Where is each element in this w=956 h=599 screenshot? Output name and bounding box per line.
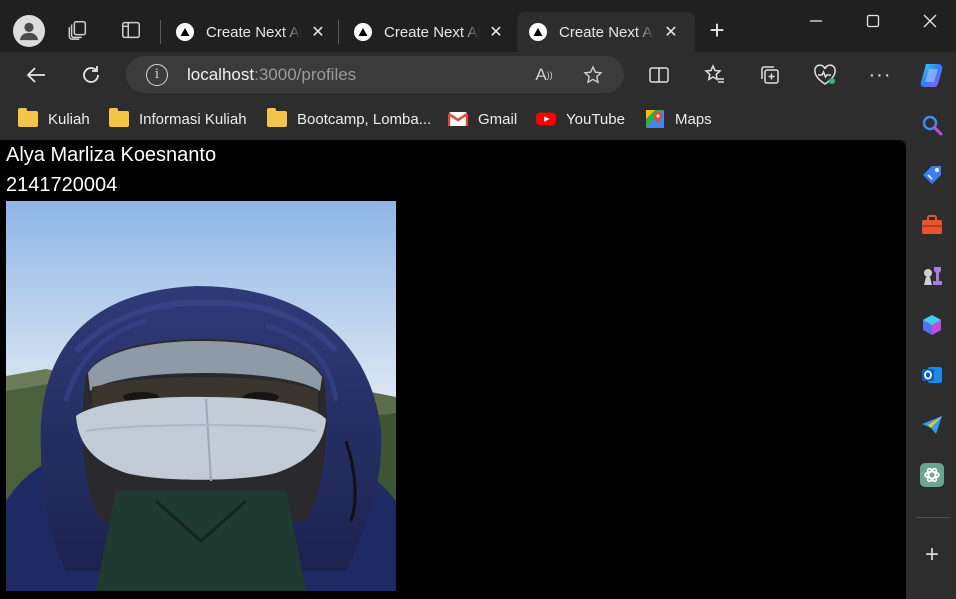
page-content: Alya Marliza Koesnanto 2141720004 [0, 140, 906, 599]
minimize-button[interactable] [803, 8, 829, 34]
nextjs-favicon-icon [176, 23, 194, 41]
edge-sidebar: + [906, 98, 956, 599]
split-screen-icon[interactable] [647, 63, 671, 87]
profile-name: Alya Marliza Koesnanto [6, 144, 217, 166]
collections-icon[interactable] [758, 63, 782, 87]
tab-2[interactable]: Create Next App ✕ [342, 12, 514, 52]
search-icon[interactable] [920, 113, 944, 137]
tab-title: Create Next App [559, 23, 655, 41]
bookmark-bootcamp[interactable]: Bootcamp, Lomba... [267, 108, 431, 130]
add-sidebar-app-button[interactable]: + [920, 543, 944, 568]
tab-1[interactable]: Create Next App ✕ [164, 12, 336, 52]
close-tab-icon[interactable]: ✕ [661, 22, 681, 42]
folder-icon [267, 108, 287, 128]
close-tab-icon[interactable]: ✕ [308, 22, 328, 42]
new-tab-button[interactable]: + [704, 17, 730, 44]
refresh-button[interactable] [77, 61, 105, 89]
refresh-icon [83, 66, 99, 83]
profile-avatar[interactable] [13, 15, 45, 47]
maps-icon [645, 110, 665, 128]
site-info-icon[interactable]: i [146, 63, 168, 86]
shopping-tag-icon[interactable] [920, 163, 944, 187]
arrow-left-icon [26, 67, 45, 83]
profile-nim: 2141720004 [6, 174, 118, 196]
profile-photo [6, 201, 396, 591]
tools-briefcase-icon[interactable] [920, 213, 944, 237]
tab-title: Create Next App [384, 23, 480, 41]
bookmarks-bar: Kuliah Informasi Kuliah Bootcamp, Lomba.… [0, 98, 956, 140]
nextjs-favicon-icon [529, 23, 547, 41]
bookmark-kuliah[interactable]: Kuliah [18, 108, 90, 130]
close-window-button[interactable] [917, 8, 943, 34]
tab-separator [160, 20, 161, 44]
folder-icon [18, 108, 38, 128]
outlook-icon[interactable] [920, 363, 944, 387]
tab-title: Create Next App [206, 23, 302, 41]
favorites-icon[interactable] [703, 63, 727, 87]
read-aloud-icon[interactable]: A)) [533, 64, 555, 86]
maximize-button[interactable] [860, 8, 886, 34]
games-chess-icon[interactable] [920, 263, 944, 287]
workspaces-icon[interactable] [66, 18, 90, 42]
send-drop-icon[interactable] [920, 413, 944, 437]
folder-icon [109, 108, 129, 128]
tab-separator [338, 20, 339, 44]
close-tab-icon[interactable]: ✕ [486, 22, 506, 42]
vertical-tabs-icon[interactable] [119, 18, 143, 42]
chatgpt-icon[interactable] [920, 463, 944, 487]
sidebar-divider [916, 517, 950, 518]
browser-essentials-icon[interactable] [813, 63, 837, 87]
bookmark-informasi-kuliah[interactable]: Informasi Kuliah [109, 108, 247, 130]
star-favorite-icon[interactable] [582, 64, 604, 86]
url-text[interactable]: localhost:3000/profiles [187, 65, 356, 85]
title-bar: Create Next App ✕ Create Next App ✕ Crea… [0, 0, 956, 52]
gmail-icon [448, 110, 468, 128]
nextjs-favicon-icon [354, 23, 372, 41]
more-options-icon[interactable]: ··· [868, 63, 892, 87]
bookmark-gmail[interactable]: Gmail [448, 108, 517, 130]
youtube-icon [536, 110, 556, 128]
copilot-icon[interactable] [918, 60, 948, 90]
navigation-toolbar: i localhost:3000/profiles A)) ··· [0, 52, 956, 98]
copilot-sidebar-icon[interactable] [920, 313, 944, 337]
back-button[interactable] [22, 61, 50, 89]
tab-3-active[interactable]: Create Next App ✕ [517, 12, 695, 52]
bookmark-maps[interactable]: Maps [645, 108, 712, 130]
bookmark-youtube[interactable]: YouTube [536, 108, 625, 130]
address-bar[interactable]: i localhost:3000/profiles A)) [126, 56, 624, 93]
user-icon [19, 22, 39, 41]
